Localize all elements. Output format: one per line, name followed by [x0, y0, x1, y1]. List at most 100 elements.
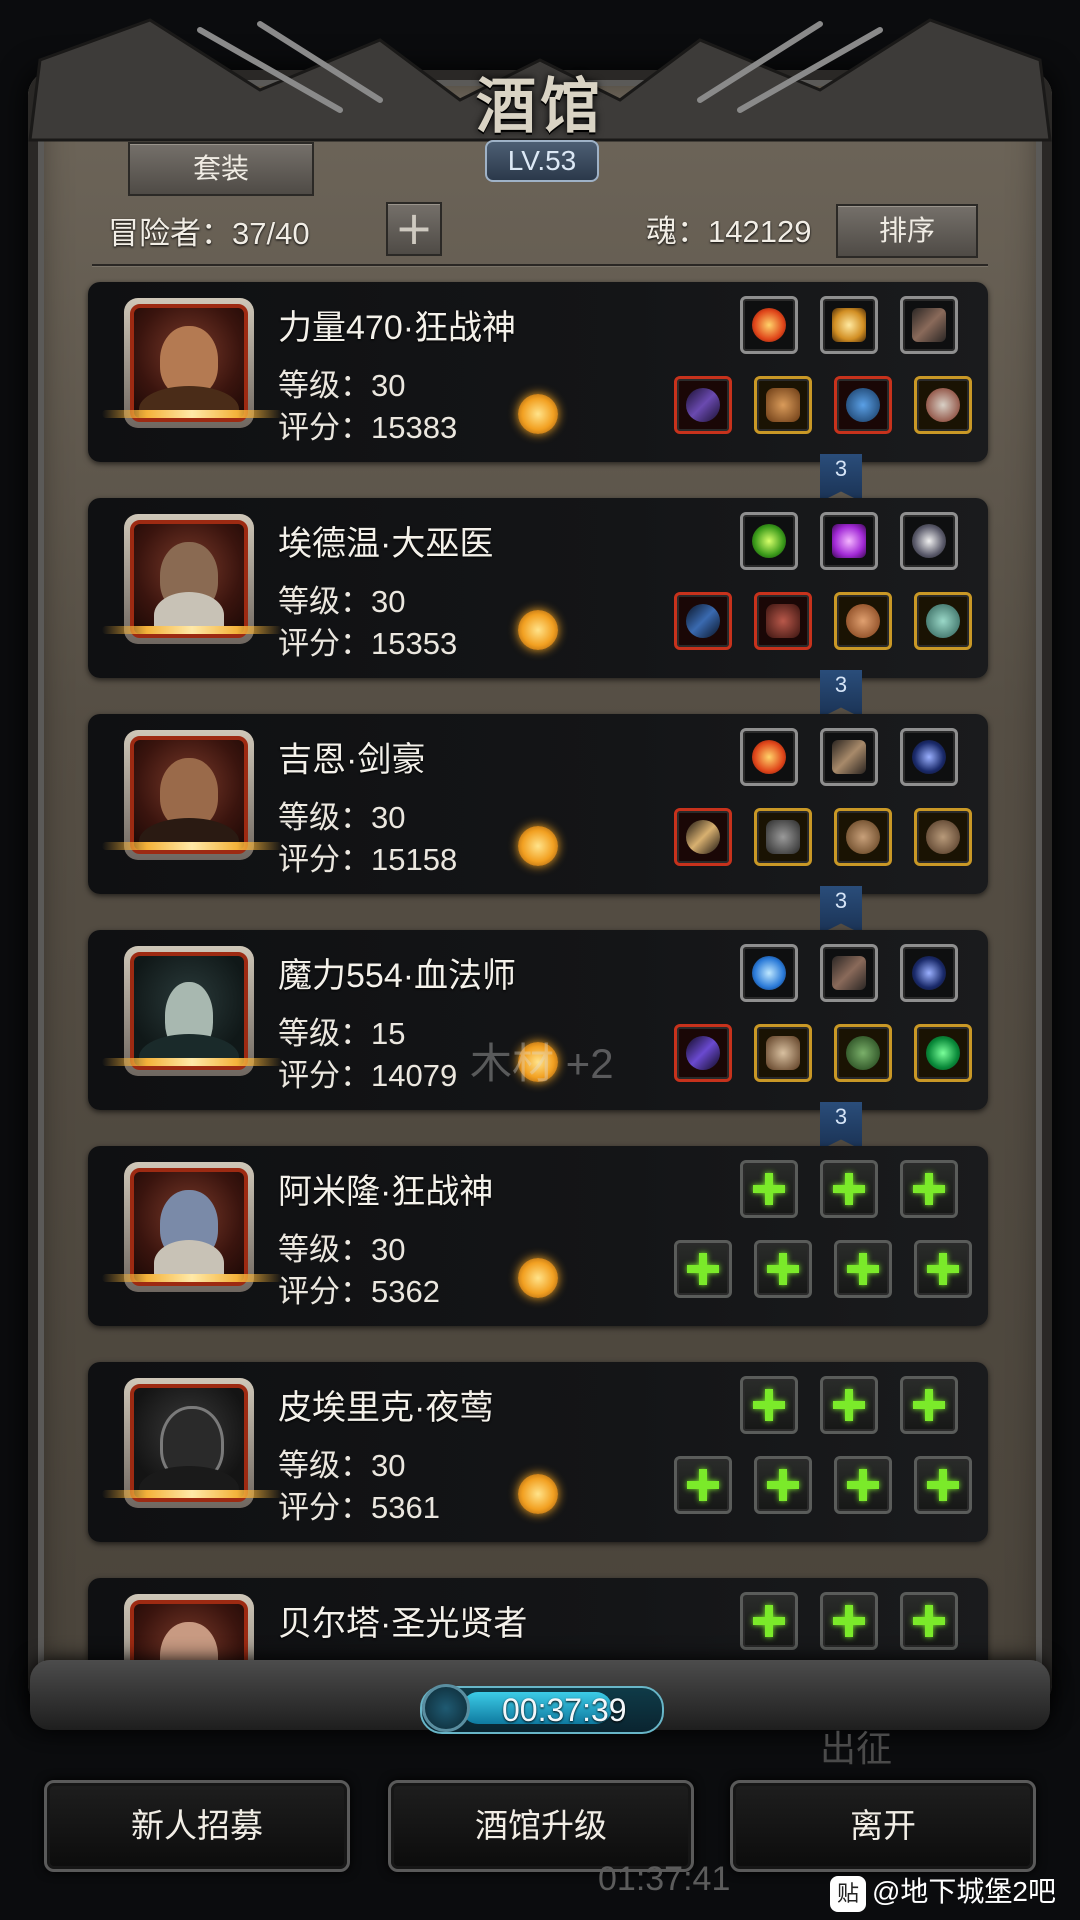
weapon-slot-icon[interactable]: [674, 592, 732, 650]
title-area: 酒馆: [0, 58, 1080, 145]
bond-chain-badge: 3: [820, 454, 862, 502]
weapon-slot-icon[interactable]: [674, 376, 732, 434]
empty-slot-plus-icon[interactable]: [674, 1240, 732, 1298]
add-slot-button[interactable]: +: [386, 202, 442, 256]
weapon-slot-staff-icon[interactable]: [674, 1024, 732, 1082]
hero-level: 等级：15: [278, 1016, 406, 1051]
rank-bar: [102, 842, 282, 850]
gem-slot-green-crystal-icon[interactable]: [740, 512, 798, 570]
countdown-timer: 00:37:39: [420, 1684, 664, 1734]
hero-row[interactable]: 贝尔塔·圣光贤者 等级: [88, 1578, 988, 1662]
empty-slot-plus-icon[interactable]: [914, 1456, 972, 1514]
bond-chain-badge: 3: [820, 1102, 862, 1150]
watermark-text: @地下城堡2吧: [872, 1876, 1056, 1907]
hero-portrait[interactable]: [124, 1162, 254, 1292]
hero-row[interactable]: 皮埃里克·夜莺 等级：30 评分：5361: [88, 1362, 988, 1542]
suit-button[interactable]: 套装: [128, 142, 314, 196]
tavern-upgrade-button[interactable]: 酒馆升级: [388, 1780, 694, 1872]
hero-row[interactable]: 吉恩·剑豪 等级：30 评分：15158: [88, 714, 988, 894]
rank-bar: [102, 626, 282, 634]
page-title: 酒馆: [476, 72, 604, 142]
gem-slot-pendant-icon[interactable]: [900, 944, 958, 1002]
background-timer: 01:37:41: [598, 1860, 731, 1898]
empty-slot-plus-icon[interactable]: [834, 1240, 892, 1298]
gem-slot-fire-icon[interactable]: [740, 296, 798, 354]
rank-emblem-icon: [518, 826, 558, 866]
hero-level: 等级：30: [278, 800, 406, 835]
hero-portrait[interactable]: [124, 1378, 254, 1508]
gem-slot-feather-icon[interactable]: [900, 296, 958, 354]
gem-slot-fire-icon[interactable]: [740, 728, 798, 786]
hero-portrait[interactable]: [124, 514, 254, 644]
hero-level: 等级：30: [278, 368, 406, 403]
amulet-slot-icon[interactable]: [834, 592, 892, 650]
empty-slot-plus-icon[interactable]: [674, 1456, 732, 1514]
rank-emblem-icon: [518, 1258, 558, 1298]
empty-slot-plus-icon[interactable]: [754, 1240, 812, 1298]
empty-slot-plus-icon[interactable]: [740, 1160, 798, 1218]
gem-slot-pendant-icon[interactable]: [900, 728, 958, 786]
ring-slot-icon[interactable]: [914, 592, 972, 650]
armor-slot-icon[interactable]: [754, 1024, 812, 1082]
gem-slot-purple-gem-icon[interactable]: [820, 512, 878, 570]
resource-gain-popup: 木材 +2: [470, 1040, 614, 1087]
hero-level: 等级：30: [278, 1448, 406, 1483]
hero-name: 贝尔塔·圣光贤者: [278, 1605, 528, 1643]
empty-slot-plus-icon[interactable]: [820, 1592, 878, 1650]
hero-row[interactable]: 埃德温·大巫医 等级：30 评分：15353: [88, 498, 988, 678]
empty-slot-plus-icon[interactable]: [754, 1456, 812, 1514]
gem-slot-trophy-icon[interactable]: [820, 296, 878, 354]
empty-slot-plus-icon[interactable]: [740, 1376, 798, 1434]
empty-slot-plus-icon[interactable]: [914, 1240, 972, 1298]
hero-level: 等级：30: [278, 584, 406, 619]
hero-level: 等级：30: [278, 1232, 406, 1267]
empty-slot-plus-icon[interactable]: [900, 1376, 958, 1434]
tieba-icon: 贴: [830, 1875, 866, 1912]
empty-slot-plus-icon[interactable]: [900, 1160, 958, 1218]
gloves-slot-icon[interactable]: [834, 376, 892, 434]
hero-portrait[interactable]: [124, 946, 254, 1076]
leave-button[interactable]: 离开: [730, 1780, 1036, 1872]
gem-slot-feather-icon[interactable]: [820, 944, 878, 1002]
gem-slot-orb-icon[interactable]: [740, 944, 798, 1002]
dispatch-label: 出征: [820, 1728, 893, 1769]
watermark: 贴 @地下城堡2吧: [830, 1870, 1056, 1912]
hero-name: 吉恩·剑豪: [278, 741, 426, 779]
hero-name: 阿米隆·狂战神: [278, 1173, 494, 1211]
gem-slot-sigil-icon[interactable]: [900, 512, 958, 570]
weapon-slot-sword-icon[interactable]: [674, 808, 732, 866]
clock-icon: [422, 1684, 470, 1732]
armor-slot-icon[interactable]: [754, 376, 812, 434]
sort-button[interactable]: 排序: [836, 204, 978, 258]
hero-row[interactable]: 阿米隆·狂战神 等级：30 评分：5362: [88, 1146, 988, 1326]
ring-slot-icon[interactable]: [914, 1024, 972, 1082]
empty-slot-plus-icon[interactable]: [900, 1592, 958, 1650]
accessory-slot-icon[interactable]: [834, 1024, 892, 1082]
recruit-button[interactable]: 新人招募: [44, 1780, 350, 1872]
hero-name: 魔力554·血法师: [278, 957, 517, 995]
empty-slot-plus-icon[interactable]: [820, 1160, 878, 1218]
empty-slot-plus-icon[interactable]: [820, 1376, 878, 1434]
hero-name: 力量470·狂战神: [278, 309, 517, 347]
hero-score: 评分：15353: [278, 626, 458, 661]
hero-score: 评分：15383: [278, 410, 458, 445]
hero-list[interactable]: 力量470·狂战神 等级：30 评分：15383 3 埃德温·大巫医 等级：30…: [82, 278, 994, 1662]
accessory-slot-icon[interactable]: [914, 376, 972, 434]
hero-portrait[interactable]: [124, 298, 254, 428]
hero-portrait[interactable]: [124, 730, 254, 860]
hero-name: 埃德温·大巫医: [278, 525, 494, 563]
empty-slot-plus-icon[interactable]: [834, 1456, 892, 1514]
hero-score: 评分：5361: [278, 1490, 440, 1525]
hero-portrait[interactable]: [124, 1594, 254, 1662]
ring-slot-icon[interactable]: [914, 808, 972, 866]
tavern-level-badge: LV.53: [485, 140, 599, 182]
armor-slot-icon[interactable]: [754, 808, 812, 866]
rank-bar: [102, 410, 282, 418]
empty-slot-plus-icon[interactable]: [740, 1592, 798, 1650]
hero-row[interactable]: 力量470·狂战神 等级：30 评分：15383: [88, 282, 988, 462]
armor-slot-icon[interactable]: [754, 592, 812, 650]
bond-chain-badge: 3: [820, 670, 862, 718]
accessory-slot-icon[interactable]: [834, 808, 892, 866]
rank-emblem-icon: [518, 394, 558, 434]
gem-slot-claw-icon[interactable]: [820, 728, 878, 786]
